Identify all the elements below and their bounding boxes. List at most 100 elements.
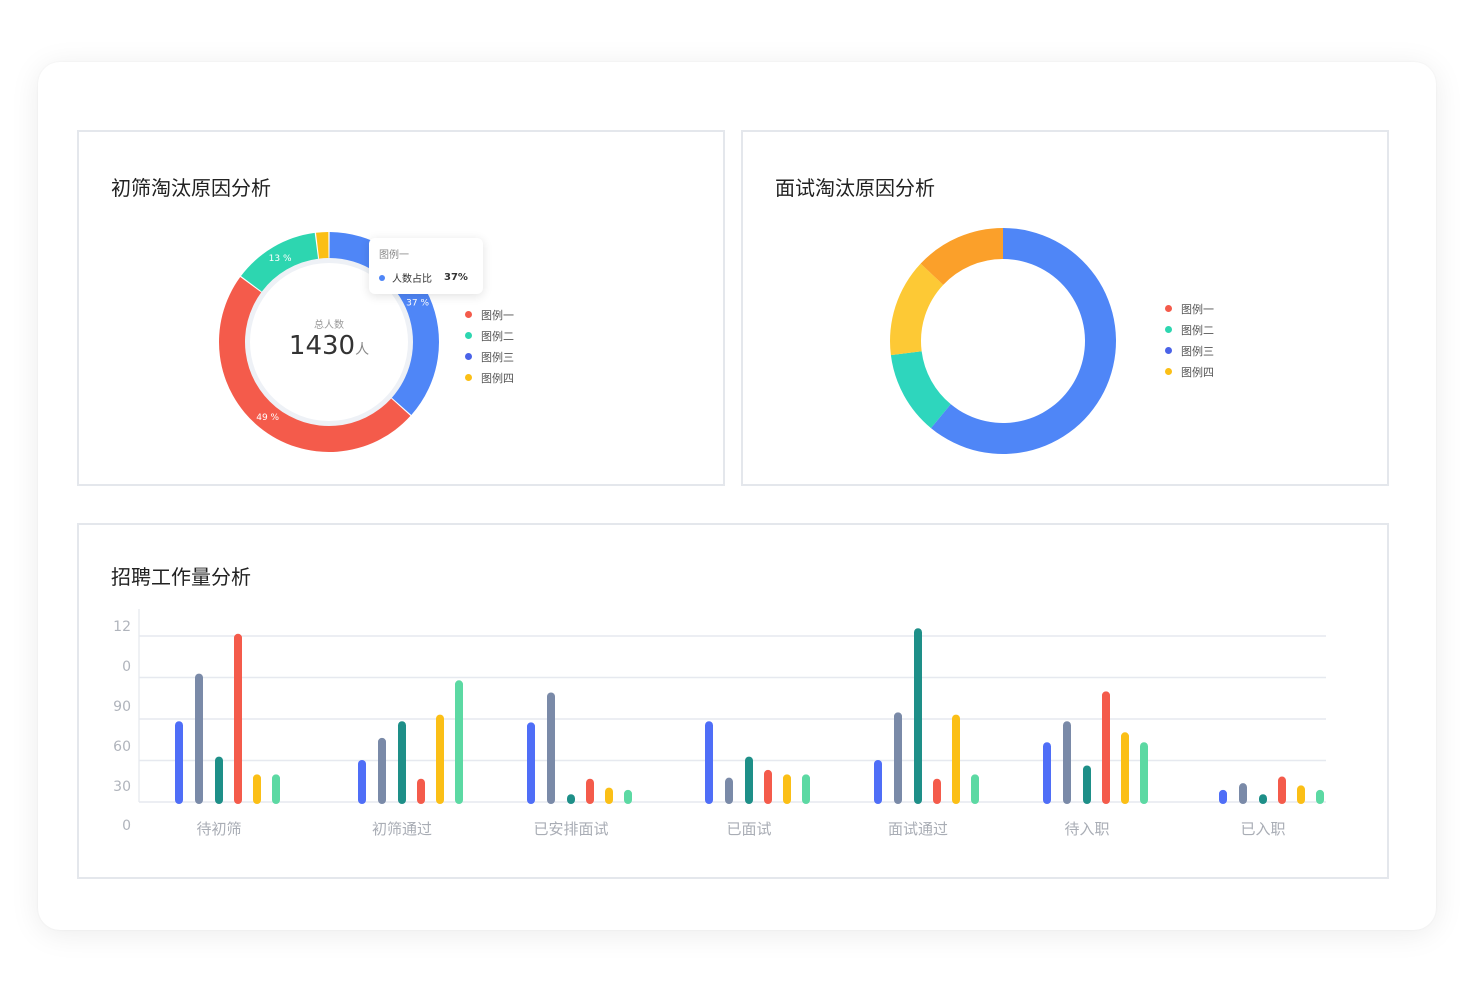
bar[interactable] — [1239, 783, 1247, 804]
legend-dot-icon — [1165, 347, 1172, 354]
bar[interactable] — [624, 789, 632, 804]
bar[interactable] — [783, 774, 791, 804]
legend-dot-icon — [1165, 368, 1172, 375]
bar[interactable] — [952, 714, 960, 804]
donut-slice[interactable] — [219, 277, 411, 452]
tooltip-value: 37% — [444, 272, 468, 283]
y-tick-label: 0 — [122, 659, 131, 675]
screening-donut-chart: 37 % 49 % 13 % — [219, 232, 439, 452]
interview-analysis-panel: 面试淘汰原因分析 图例一 图例二 图例三 图例四 — [741, 130, 1389, 486]
bar[interactable] — [1259, 794, 1267, 804]
bar[interactable] — [175, 721, 183, 804]
bar[interactable] — [1102, 691, 1110, 804]
x-category-label: 初筛通过 — [372, 820, 432, 838]
y-tick-label: 30 — [113, 779, 131, 795]
legend-item[interactable]: 图例一 — [1165, 298, 1214, 319]
legend-label: 图例一 — [481, 308, 514, 322]
legend-label: 图例二 — [1181, 323, 1214, 337]
bar[interactable] — [745, 756, 753, 804]
legend-item[interactable]: 图例四 — [465, 367, 514, 388]
bar[interactable] — [272, 774, 280, 804]
x-category-label: 已安排面试 — [533, 820, 608, 838]
bar[interactable] — [605, 787, 613, 804]
legend-item[interactable]: 图例三 — [1165, 340, 1214, 361]
bar[interactable] — [1063, 721, 1071, 804]
legend-item[interactable]: 图例一 — [465, 304, 514, 325]
y-tick-label: 0 — [122, 818, 131, 834]
bar[interactable] — [586, 778, 594, 804]
bar[interactable] — [378, 737, 386, 804]
bar[interactable] — [1140, 742, 1148, 804]
bar[interactable] — [914, 628, 922, 804]
legend-dot-icon — [1165, 326, 1172, 333]
legend-item[interactable]: 图例四 — [1165, 361, 1214, 382]
tooltip-title: 图例一 — [379, 250, 409, 261]
interview-donut-chart — [890, 228, 1116, 454]
bar[interactable] — [455, 680, 463, 804]
bar[interactable] — [527, 722, 535, 804]
legend-label: 图例三 — [481, 350, 514, 364]
bar[interactable] — [398, 721, 406, 804]
legend-label: 图例四 — [481, 371, 514, 385]
slice-percent-label: 13 % — [269, 254, 292, 264]
total-count-unit: 人 — [355, 342, 370, 358]
screening-analysis-panel: 初筛淘汰原因分析 37 % 49 % 13 % 总人数 1430人 图例一 人数占比… — [77, 130, 725, 486]
legend-dot-icon — [465, 353, 472, 360]
bar[interactable] — [725, 777, 733, 804]
total-count-value: 1430 — [288, 331, 356, 361]
bar[interactable] — [417, 778, 425, 804]
bar[interactable] — [971, 774, 979, 804]
y-tick-label: 60 — [113, 739, 131, 755]
bar[interactable] — [802, 774, 810, 804]
legend-label: 图例二 — [481, 329, 514, 343]
bar[interactable] — [894, 712, 902, 804]
x-category-label: 已入职 — [1240, 820, 1285, 838]
bar[interactable] — [705, 721, 713, 804]
bar[interactable] — [1316, 789, 1324, 804]
legend-label: 图例四 — [1181, 365, 1214, 379]
x-category-label: 待入职 — [1064, 820, 1109, 838]
tooltip-label: 人数占比 — [392, 274, 432, 285]
legend-dot-icon — [465, 332, 472, 339]
y-tick-label: 12 — [113, 619, 131, 635]
x-category-label: 已面试 — [726, 820, 771, 838]
bar[interactable] — [215, 756, 223, 804]
bar[interactable] — [1043, 742, 1051, 804]
chart-tooltip: 图例一 人数占比 37% — [369, 238, 483, 294]
slice-percent-label: 37 % — [406, 298, 429, 308]
bar[interactable] — [1121, 732, 1129, 804]
legend-dot-icon — [465, 311, 472, 318]
bar[interactable] — [436, 714, 444, 804]
bar[interactable] — [1297, 785, 1305, 804]
total-count-label: 总人数 1430人 — [259, 316, 399, 361]
screening-legend: 图例一图例二图例三图例四 — [465, 304, 514, 388]
bar[interactable] — [1219, 789, 1227, 804]
bar[interactable] — [234, 633, 242, 804]
tooltip-dot-icon — [379, 274, 385, 281]
bar[interactable] — [358, 759, 366, 804]
legend-item[interactable]: 图例二 — [465, 325, 514, 346]
legend-label: 图例一 — [1181, 302, 1214, 316]
bar[interactable] — [764, 769, 772, 804]
bar[interactable] — [1278, 776, 1286, 804]
bar[interactable] — [547, 692, 555, 804]
donut-slice[interactable] — [890, 263, 944, 356]
y-tick-label: 90 — [113, 699, 131, 715]
bar[interactable] — [933, 778, 941, 804]
workload-analysis-panel: 招聘工作量分析 0 30 60 90 0 12 待初筛 初筛通过 已安排面试 已面试 面试通过 待入职… — [77, 523, 1389, 879]
bar[interactable] — [1083, 765, 1091, 804]
legend-item[interactable]: 图例三 — [465, 346, 514, 367]
legend-label: 图例三 — [1181, 344, 1214, 358]
total-count-caption: 总人数 — [314, 320, 344, 331]
legend-item[interactable]: 图例二 — [1165, 319, 1214, 340]
bar[interactable] — [195, 673, 203, 804]
legend-dot-icon — [465, 374, 472, 381]
slice-percent-label: 49 % — [256, 413, 279, 423]
bar[interactable] — [253, 774, 261, 804]
x-category-label: 待初筛 — [196, 820, 241, 838]
interview-legend: 图例一图例二图例三图例四 — [1165, 298, 1214, 382]
x-category-label: 面试通过 — [888, 820, 948, 838]
donut-slice[interactable] — [316, 232, 329, 259]
bar[interactable] — [567, 794, 575, 804]
bar[interactable] — [874, 759, 882, 804]
